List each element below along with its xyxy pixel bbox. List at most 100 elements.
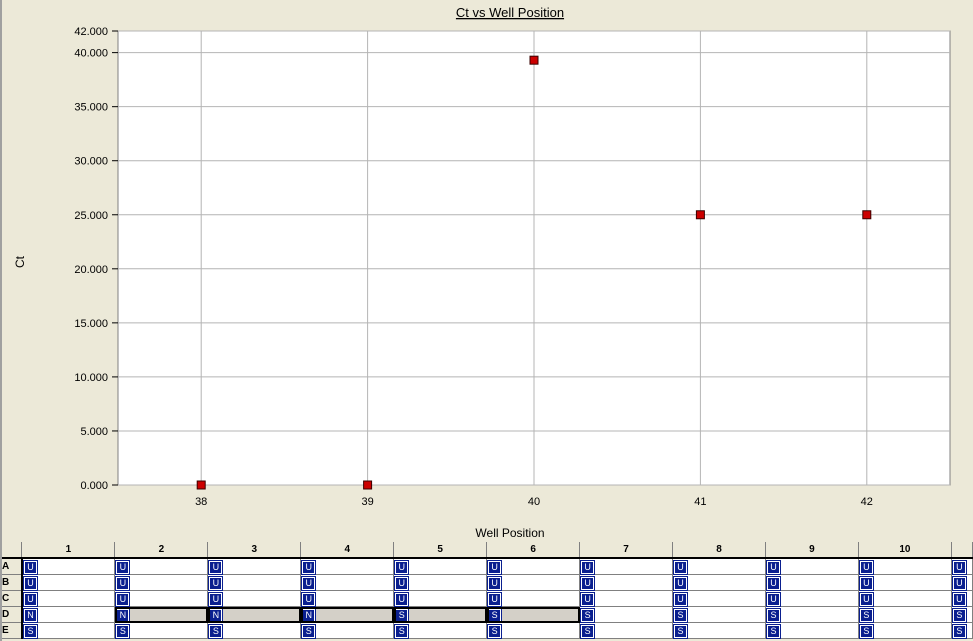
plate-well[interactable]: U [300,574,395,591]
well-task-badge: U [394,591,410,607]
plate-well[interactable]: S [672,606,766,623]
plate-well[interactable]: U [300,558,395,575]
data-point[interactable] [363,480,373,490]
plate-well[interactable]: N [207,606,302,623]
plate-column-header[interactable]: 9 [765,542,859,559]
plate-well[interactable]: U [858,574,952,591]
plate-well[interactable]: U [21,558,116,575]
plate-well[interactable]: S [393,606,488,623]
well-task-badge: U [580,591,596,607]
plate-corner-cell [2,542,23,559]
plate-row-header[interactable]: C [2,590,23,607]
plate-well[interactable]: N [300,606,395,623]
x-tick-label: 39 [361,496,373,508]
plate-well[interactable]: S [207,622,302,639]
plate-well[interactable]: U [486,574,581,591]
plate-well[interactable]: S [579,606,674,623]
plate-row-header[interactable]: E [2,622,23,639]
plate-well[interactable]: U [207,590,302,607]
plate-well[interactable]: U [858,590,952,607]
plate-column-header[interactable]: 5 [393,542,488,559]
well-task-badge: S [673,623,689,639]
well-task-badge: U [487,575,503,591]
plate-well[interactable]: U [951,574,973,591]
plate-well[interactable]: U [486,558,581,575]
plate-well[interactable]: S [579,622,674,639]
well-task-badge: S [951,623,967,639]
plate-well[interactable]: U [765,574,859,591]
well-task-badge: U [580,575,596,591]
plate-well[interactable]: S [486,622,581,639]
plate-well[interactable]: S [672,622,766,639]
plate-well[interactable]: N [114,606,209,623]
plate-well[interactable]: S [858,606,952,623]
well-task-badge: U [115,591,131,607]
plate-well[interactable]: S [486,606,581,623]
plate-well[interactable]: U [393,574,488,591]
plate-grid-view[interactable]: 1 2 3 4 5 6 7 8 9 10 AUUUUUUUUUUUBUUUUUUUUUUUCUUU… [2,542,973,641]
plate-well[interactable]: U [207,574,302,591]
plate-well[interactable]: S [858,622,952,639]
well-task-badge: U [487,591,503,607]
plate-well[interactable]: U [300,590,395,607]
plate-row: AUUUUUUUUUUU [2,558,973,575]
y-tick-label: 25.000 [74,210,108,222]
plate-column-header[interactable]: 10 [858,542,952,559]
well-task-badge: S [301,623,317,639]
plate-column-header[interactable]: 8 [672,542,766,559]
plate-well[interactable]: U [114,558,209,575]
plate-well[interactable]: U [765,558,859,575]
plate-well[interactable]: U [765,590,859,607]
y-axis-ticks: 0.000 5.000 10.000 15.000 20.000 25.000 30.000… [74,26,118,492]
plate-row-header[interactable]: A [2,558,23,575]
plate-well[interactable]: U [672,558,766,575]
well-task-badge: S [394,607,410,623]
plate-well[interactable]: U [579,590,674,607]
plate-well[interactable]: U [672,590,766,607]
plate-well[interactable]: U [951,558,973,575]
plate-well[interactable]: S [300,622,395,639]
y-tick-label: 10.000 [74,372,108,384]
plate-column-header[interactable]: 2 [114,542,209,559]
plate-well[interactable]: U [393,590,488,607]
data-point[interactable] [196,480,206,490]
plate-column-header[interactable] [951,542,973,559]
data-point[interactable] [695,210,705,220]
plate-well[interactable]: S [951,622,973,639]
plate-column-header[interactable]: 6 [486,542,581,559]
plate-well[interactable]: S [765,622,859,639]
plate-well[interactable]: N [21,606,116,623]
well-task-badge: U [858,559,874,575]
plate-column-header[interactable]: 7 [579,542,674,559]
well-task-badge: S [115,623,131,639]
plate-well[interactable]: U [579,558,674,575]
plate-well[interactable]: S [393,622,488,639]
plate-well[interactable]: U [579,574,674,591]
chart-title: Ct vs Well Position [456,5,564,20]
plate-well[interactable]: S [951,606,973,623]
well-task-badge: U [673,591,689,607]
plate-well[interactable]: U [21,590,116,607]
plate-well[interactable]: U [486,590,581,607]
data-point[interactable] [529,55,539,65]
plate-well[interactable]: U [114,574,209,591]
plate-well[interactable]: U [21,574,116,591]
plate-well[interactable]: U [114,590,209,607]
data-point[interactable] [862,210,872,220]
plate-well[interactable]: S [21,622,116,639]
plate-well[interactable]: U [951,590,973,607]
plate-well[interactable]: S [765,606,859,623]
well-task-badge: U [765,575,781,591]
well-task-badge: N [208,607,224,623]
plate-column-header[interactable]: 3 [207,542,302,559]
plate-column-header[interactable]: 4 [300,542,395,559]
plate-well[interactable]: U [858,558,952,575]
well-task-badge: U [301,591,317,607]
plate-row-header[interactable]: D [2,606,23,623]
plate-column-header[interactable]: 1 [21,542,116,559]
plate-well[interactable]: U [393,558,488,575]
plate-well[interactable]: U [672,574,766,591]
plate-well[interactable]: U [207,558,302,575]
plate-row-header[interactable]: B [2,574,23,591]
plate-well[interactable]: S [114,622,209,639]
